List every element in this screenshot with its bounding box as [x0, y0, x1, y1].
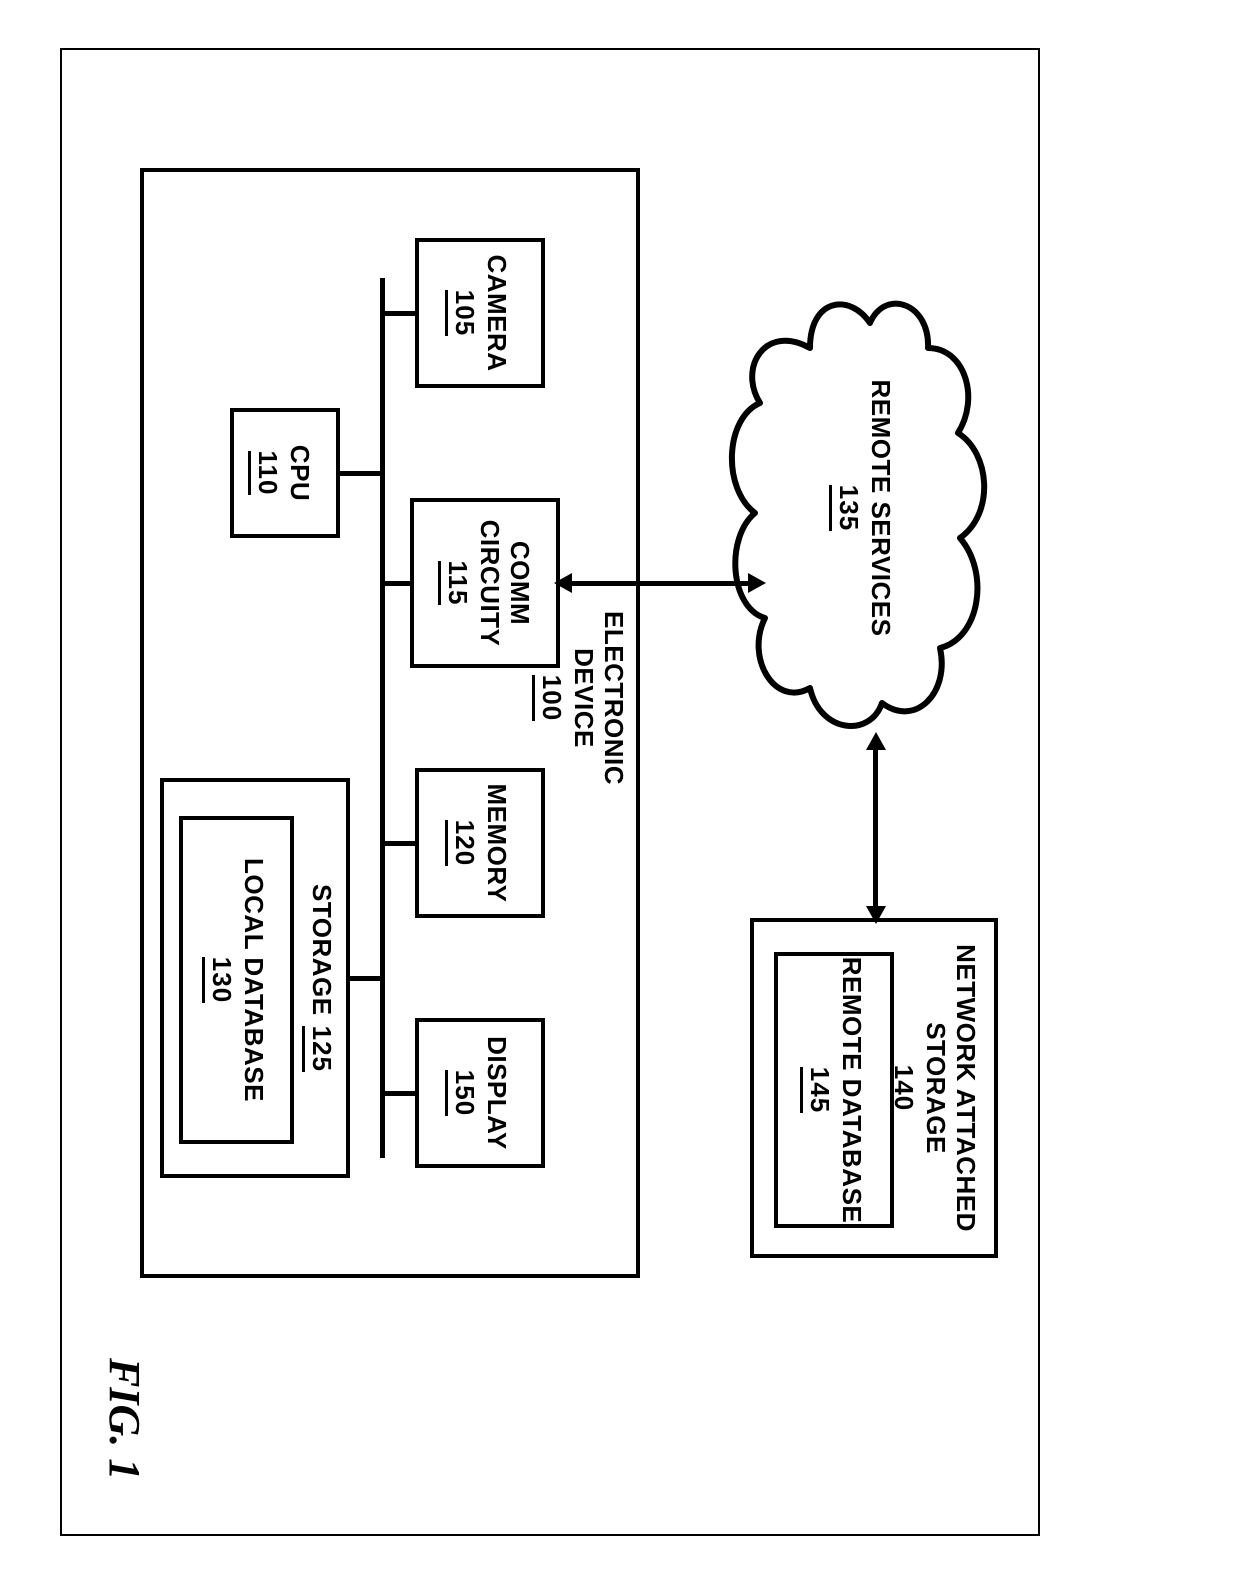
cpu-label: CPU [284, 412, 314, 534]
comm-box: COMM CIRCUITY 115 [410, 498, 560, 668]
local-db-label: LOCAL DATABASE [238, 820, 268, 1140]
memory-drop [383, 841, 415, 846]
display-box: DISPLAY 150 [415, 1018, 545, 1168]
comm-ref: 115 [438, 561, 472, 606]
cloud-nas-connector [873, 748, 878, 908]
electronic-device-ref: 100 [532, 675, 566, 721]
storage-label: STORAGE [306, 884, 336, 1016]
comm-drop [383, 581, 410, 586]
arrowhead-up-icon [748, 573, 766, 593]
memory-box: MEMORY 120 [415, 768, 545, 918]
cloud-device-connector [570, 581, 750, 586]
arrowhead-right-icon [866, 906, 886, 924]
figure-caption: FIG. 1 [99, 1358, 150, 1480]
electronic-device-label: ELECTRONIC DEVICE [568, 578, 628, 818]
camera-box: CAMERA 105 [415, 238, 545, 388]
storage-ref: 125 [302, 1026, 336, 1072]
camera-label: CAMERA [481, 242, 511, 384]
cpu-ref: 110 [248, 451, 282, 496]
memory-label: MEMORY [481, 772, 511, 914]
arrowhead-left-icon [866, 732, 886, 750]
storage-box: STORAGE 125 LOCAL DATABASE 130 [160, 778, 350, 1178]
camera-ref: 105 [445, 290, 479, 336]
drawing-canvas: REMOTE SERVICES 135 NETWORK ATTACHED STO… [60, 48, 1040, 1536]
camera-drop [383, 311, 415, 316]
comm-label1: COMM [504, 502, 534, 664]
remote-services-cloud: REMOTE SERVICES 135 [720, 278, 1000, 738]
nas-box: NETWORK ATTACHED STORAGE 140 REMOTE DATA… [750, 918, 998, 1258]
display-label: DISPLAY [481, 1022, 511, 1164]
cpu-box: CPU 110 [230, 408, 340, 538]
storage-drop [348, 976, 383, 981]
remote-db-label: REMOTE DATABASE [836, 956, 866, 1224]
memory-ref: 120 [445, 820, 479, 866]
cpu-drop [338, 471, 383, 476]
local-db-ref: 130 [202, 957, 236, 1003]
page-frame: REMOTE SERVICES 135 NETWORK ATTACHED STO… [60, 48, 1040, 1536]
arrowhead-down-icon [554, 573, 572, 593]
device-bus [380, 278, 385, 1158]
local-db-box: LOCAL DATABASE 130 [179, 816, 294, 1144]
nas-label: NETWORK ATTACHED STORAGE [920, 922, 980, 1254]
remote-db-ref: 145 [800, 1067, 834, 1113]
display-drop [383, 1091, 415, 1096]
display-ref: 150 [445, 1070, 479, 1116]
comm-label2: CIRCUITY [474, 502, 504, 664]
remote-services-label: REMOTE SERVICES [865, 278, 895, 738]
remote-services-ref: 135 [829, 485, 863, 531]
remote-db-box: REMOTE DATABASE 145 [774, 952, 894, 1228]
